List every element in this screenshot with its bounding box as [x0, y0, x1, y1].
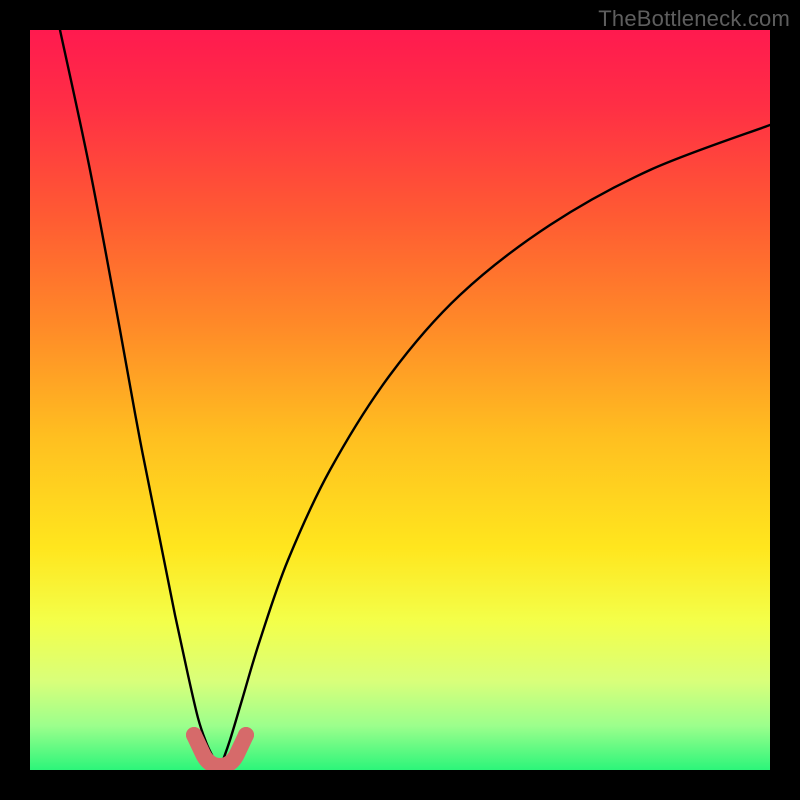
curve-layer: [30, 30, 770, 770]
valley-marker-dot: [186, 727, 202, 743]
curve-left-branch: [60, 30, 220, 768]
valley-marker-u: [194, 735, 246, 766]
plot-area: [30, 30, 770, 770]
outer-frame: TheBottleneck.com: [0, 0, 800, 800]
watermark-text: TheBottleneck.com: [598, 6, 790, 32]
curve-right-branch: [220, 125, 770, 768]
valley-marker: [186, 727, 254, 766]
valley-marker-dot: [238, 727, 254, 743]
